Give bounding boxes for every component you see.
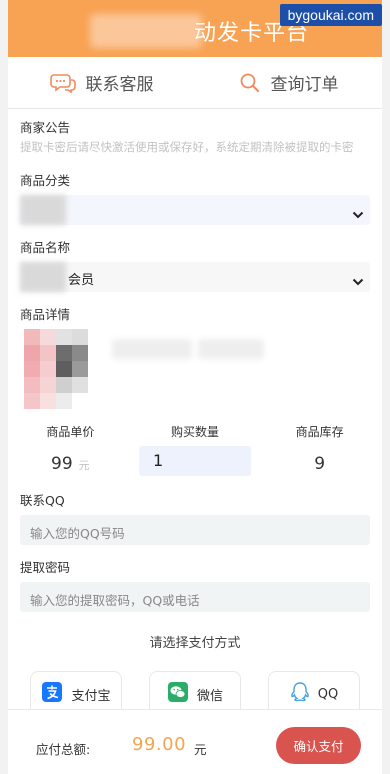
qq-label: 联系QQ: [20, 493, 65, 508]
detail-label: 商品详情: [20, 307, 71, 322]
total-unit: 元: [194, 742, 207, 757]
product-value-blur: [20, 262, 66, 292]
quantity-stat: 购买数量 1: [133, 423, 258, 478]
price-value-wrap: 99 元: [51, 448, 90, 478]
stock-label: 商品库存: [295, 425, 344, 439]
search-icon: [239, 72, 261, 94]
pay-wechat-label: 微信: [196, 688, 223, 704]
chevron-down-icon: [352, 272, 364, 291]
qq-icon: [290, 681, 310, 707]
wechat-icon: [167, 681, 189, 707]
password-label: 提取密码: [20, 560, 71, 575]
price-unit: 元: [78, 459, 90, 472]
quick-nav: 联系客服 查询订单: [8, 57, 382, 109]
page: 动发卡平台 联系客服 查询订单 商家公告 提取卡密后请尽快激活使用或保存好，系统…: [8, 0, 382, 774]
product-detail: [8, 329, 382, 413]
product-label: 商品名称: [20, 240, 71, 255]
chat-icon: [49, 72, 76, 94]
payment-title: 请选择支付方式: [149, 636, 241, 651]
quantity-input[interactable]: 1: [139, 446, 251, 476]
stock-value: 9: [314, 454, 326, 474]
product-value: 会员: [68, 273, 95, 288]
qq-input[interactable]: 输入您的QQ号码: [20, 515, 370, 545]
stock-stat: 商品库存 9: [257, 423, 382, 478]
confirm-pay-button[interactable]: 确认支付: [276, 727, 361, 764]
site-watermark: bygoukai.com: [279, 4, 382, 26]
notice-label: 商家公告: [20, 120, 71, 135]
price-stat: 商品单价 99 元: [8, 423, 133, 478]
stock-value-wrap: 9: [314, 448, 325, 478]
category-select[interactable]: [20, 195, 370, 225]
contact-service-label: 联系客服: [85, 75, 154, 95]
detail-text-blur: [198, 339, 264, 359]
query-order-button[interactable]: 查询订单: [195, 57, 382, 108]
detail-text-blur: [112, 339, 192, 359]
total-amount: 99.00: [132, 734, 187, 755]
checkout-footer: 应付总额: 99.00 元 确认支付: [8, 709, 382, 774]
price-label: 商品单价: [46, 425, 95, 439]
price-value: 99: [51, 454, 73, 474]
product-stats: 商品单价 99 元 购买数量 1 商品库存 9: [8, 423, 382, 478]
category-value-blur: [20, 195, 66, 225]
product-select[interactable]: 会员: [20, 262, 370, 292]
pay-qq-label: QQ: [317, 686, 339, 702]
password-input[interactable]: 输入您的提取密码，QQ或电话: [20, 582, 370, 612]
notice-text: 提取卡密后请尽快激活使用或保存好，系统定期清除被提取的卡密: [20, 140, 354, 154]
pay-alipay-label: 支付宝: [71, 688, 111, 704]
contact-service-button[interactable]: 联系客服: [8, 57, 195, 108]
category-label: 商品分类: [20, 173, 71, 188]
query-order-label: 查询订单: [270, 75, 339, 95]
alipay-icon: [41, 681, 63, 707]
total-label: 应付总额:: [36, 742, 91, 757]
header-title-blur: [90, 14, 202, 48]
quantity-label: 购买数量: [171, 425, 220, 439]
chevron-down-icon: [352, 205, 364, 224]
